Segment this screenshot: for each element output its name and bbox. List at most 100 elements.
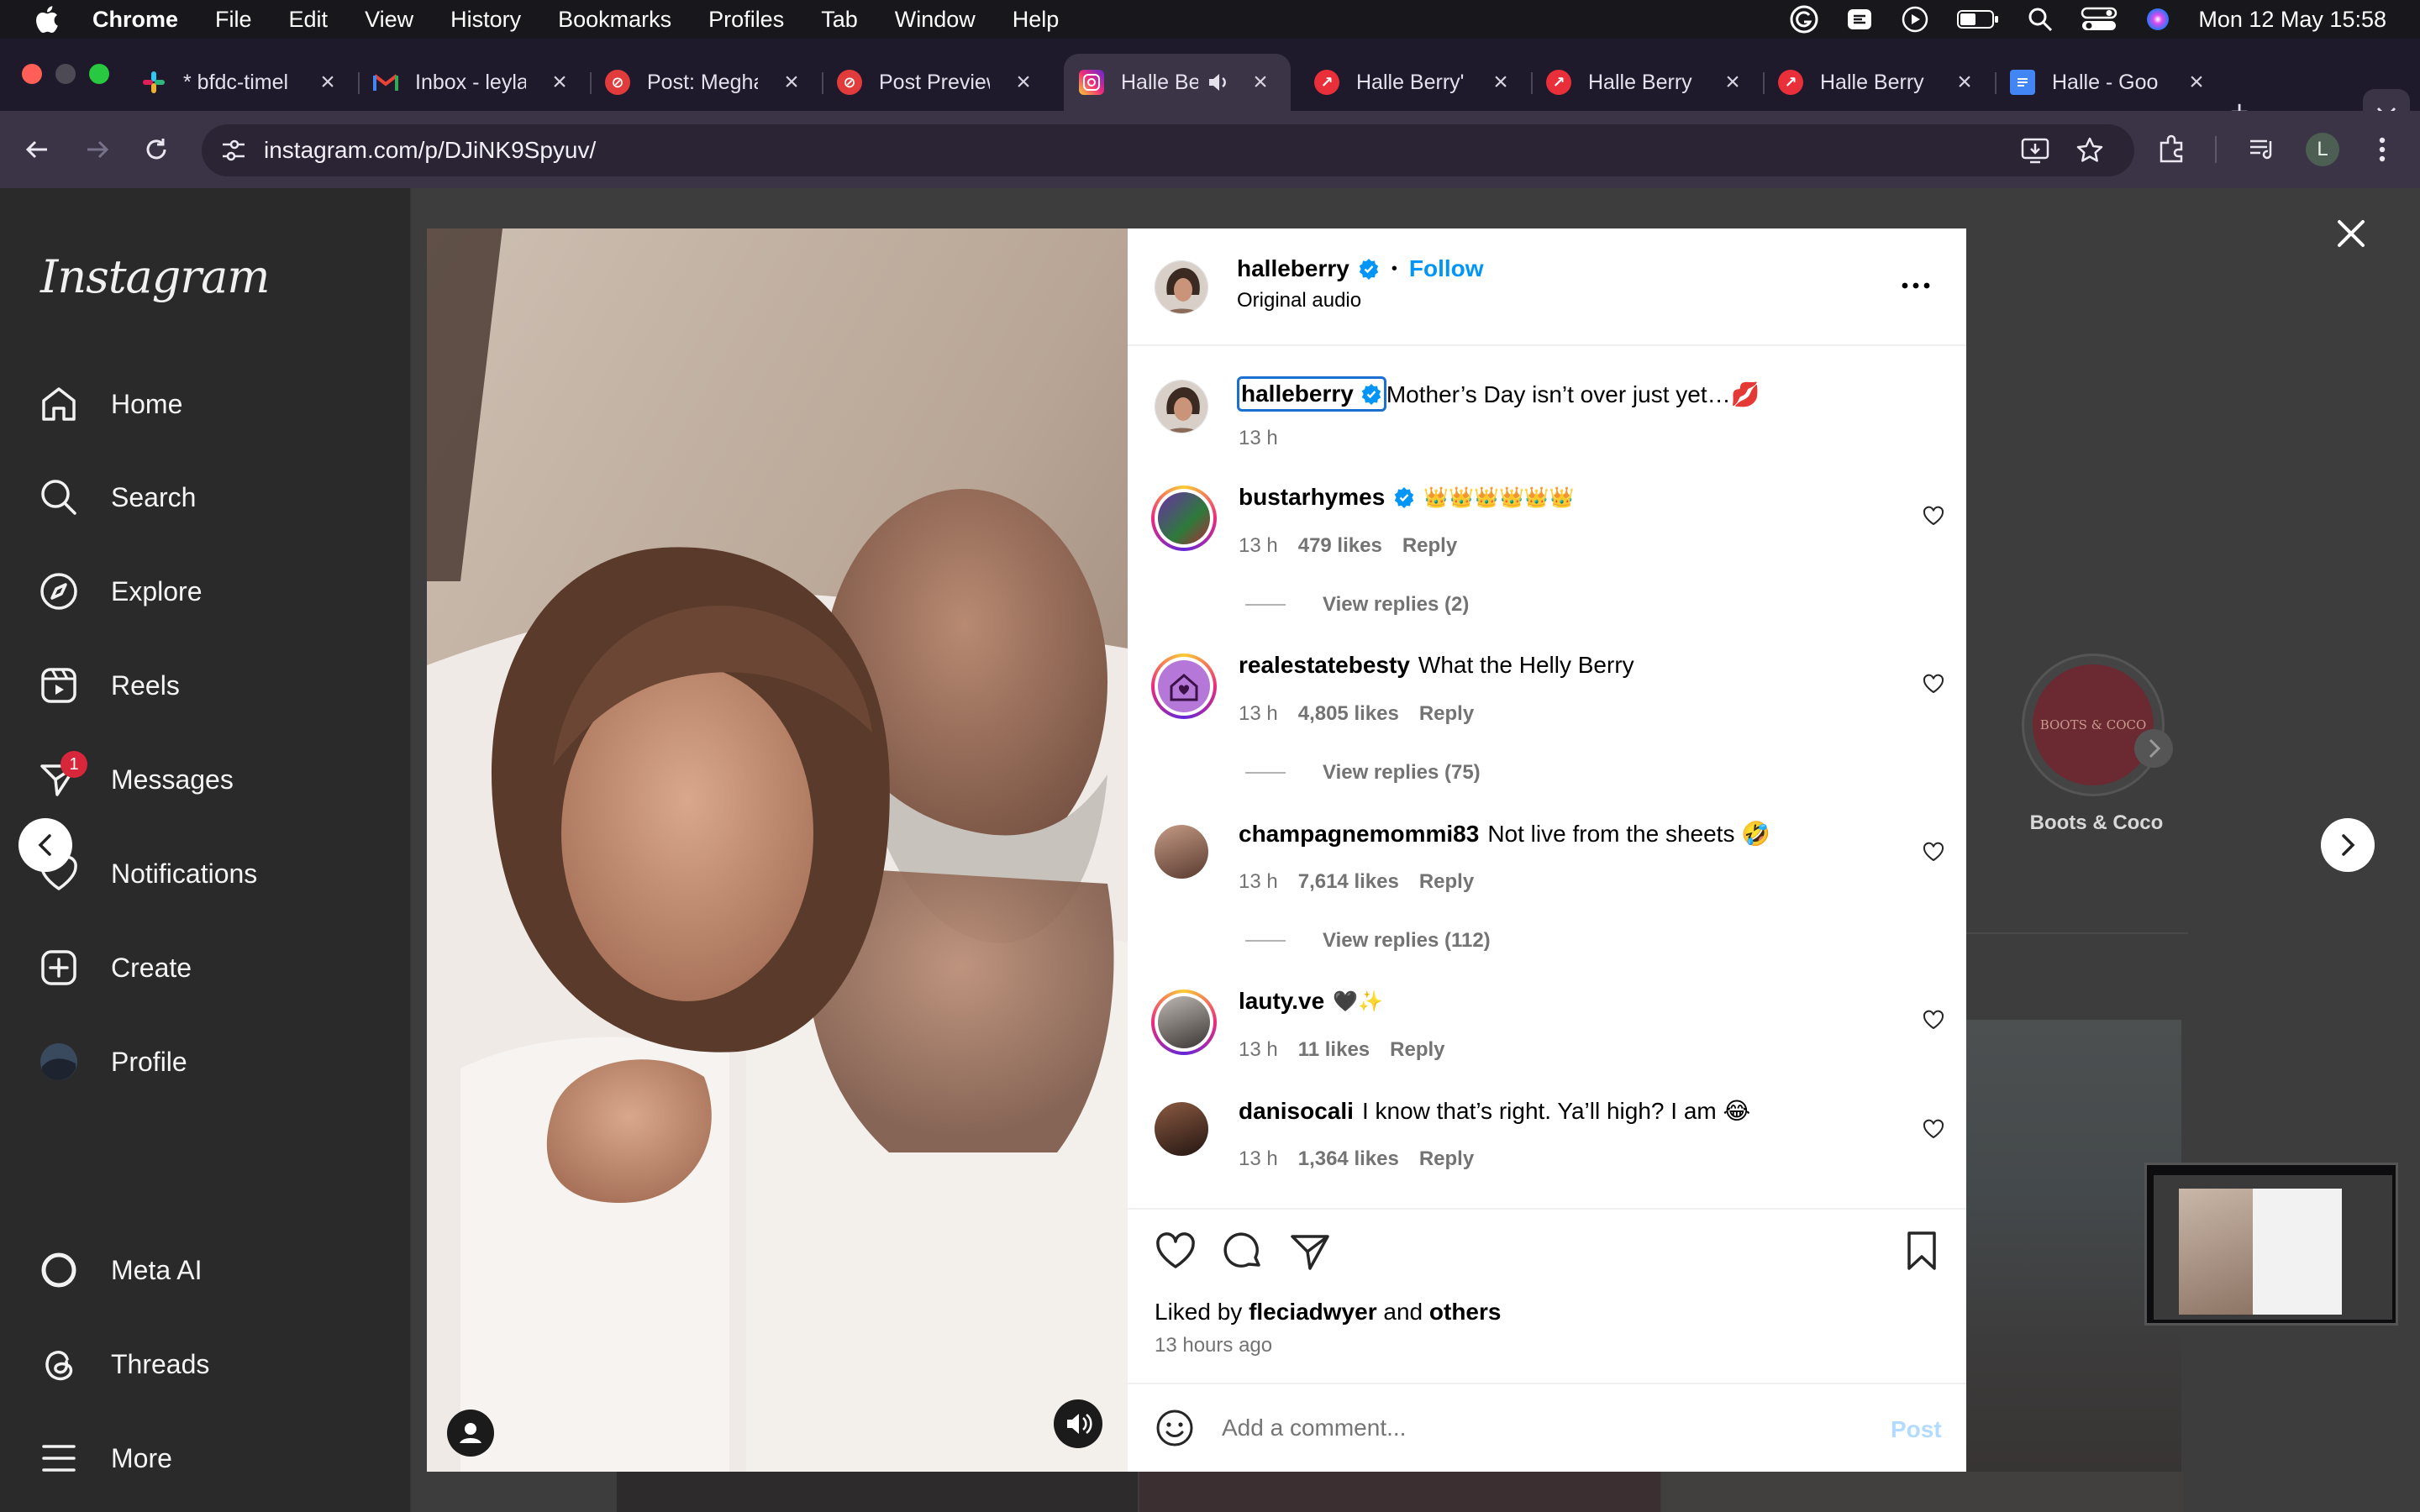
sidebar-item-search[interactable]: Search	[37, 470, 196, 524]
window-zoom-button[interactable]	[89, 64, 109, 84]
kebab-menu-icon[interactable]	[2370, 134, 2395, 165]
view-replies-button[interactable]: View replies (75)	[1245, 761, 1481, 785]
more-options-icon[interactable]	[1901, 281, 1931, 291]
comment-time[interactable]: 13 h	[1239, 1038, 1278, 1062]
tab-close-icon[interactable]: ×	[1719, 69, 1746, 96]
tab-close-icon[interactable]: ×	[1487, 69, 1514, 96]
menu-history[interactable]: History	[450, 7, 521, 33]
apple-icon[interactable]	[34, 5, 59, 34]
comment-username[interactable]: danisocali	[1239, 1098, 1354, 1125]
tab-post-preview[interactable]: ⊘ Post Preview ×	[822, 54, 1054, 111]
sidebar-item-home[interactable]: Home	[37, 377, 182, 431]
background-next-arrow-icon[interactable]	[2133, 727, 2175, 769]
comment-username[interactable]: realestatebesty	[1239, 652, 1410, 679]
comment-likes[interactable]: 1,364 likes	[1298, 1147, 1399, 1171]
clock[interactable]: Mon 12 May 15:58	[2198, 7, 2386, 33]
reply-button[interactable]: Reply	[1390, 1038, 1444, 1062]
share-send-icon[interactable]	[1289, 1231, 1331, 1272]
play-icon[interactable]	[1901, 5, 1929, 34]
tagged-users-icon[interactable]	[447, 1410, 494, 1457]
background-feed-image[interactable]	[617, 1472, 1138, 1512]
sidebar-item-more[interactable]: More	[37, 1431, 172, 1485]
commenter-avatar[interactable]	[1155, 1102, 1208, 1156]
install-app-icon[interactable]	[2020, 136, 2050, 165]
comment-time[interactable]: 13 h	[1239, 870, 1278, 894]
like-comment-heart-icon[interactable]	[1923, 1010, 1944, 1030]
background-account-name[interactable]: Boots & Coco	[2025, 811, 2168, 835]
tab-close-icon[interactable]: ×	[1951, 69, 1978, 96]
sidebar-item-meta-ai[interactable]: Meta AI	[37, 1243, 203, 1297]
post-timestamp[interactable]: 13 hours ago	[1155, 1334, 1272, 1357]
tab-halle-3[interactable]: ↗ Halle Berry ×	[1763, 54, 1996, 111]
window-minimize-button[interactable]	[55, 64, 76, 84]
reply-button[interactable]: Reply	[1419, 1147, 1474, 1171]
back-arrow-icon[interactable]	[22, 134, 52, 165]
sidebar-item-messages[interactable]: 1 Messages	[37, 751, 234, 806]
chrome-profile-avatar[interactable]: L	[2306, 133, 2339, 166]
reload-icon[interactable]	[141, 134, 171, 165]
extensions-puzzle-icon[interactable]	[2156, 134, 2186, 165]
like-heart-icon[interactable]	[1155, 1231, 1197, 1270]
comment-username[interactable]: champagnemommi83	[1239, 821, 1479, 848]
background-feed-image[interactable]	[1139, 1472, 1660, 1512]
tab-halle-1[interactable]: ↗ Halle Berry' ×	[1299, 54, 1533, 111]
url-text[interactable]: instagram.com/p/DJiNK9Spyuv/	[264, 137, 596, 164]
comment-likes[interactable]: 7,614 likes	[1298, 870, 1399, 894]
liked-by-others[interactable]: others	[1429, 1299, 1502, 1325]
menu-help[interactable]: Help	[1013, 7, 1060, 33]
spotlight-search-icon[interactable]	[2027, 6, 2054, 33]
comment-time[interactable]: 13 h	[1239, 1147, 1278, 1171]
tab-close-icon[interactable]: ×	[2183, 69, 2210, 96]
background-feed-image[interactable]	[1662, 1472, 2183, 1512]
comment-avatar-story-ring[interactable]	[1151, 654, 1217, 719]
bookmark-star-icon[interactable]	[2075, 136, 2104, 165]
close-modal-icon[interactable]	[2333, 215, 2370, 252]
grammarly-icon[interactable]	[1790, 5, 1818, 34]
volume-icon[interactable]	[1054, 1399, 1102, 1448]
address-bar[interactable]: instagram.com/p/DJiNK9Spyuv/	[202, 124, 2134, 176]
caption-username-focused[interactable]: halleberry	[1237, 376, 1386, 412]
menu-tab[interactable]: Tab	[821, 7, 858, 33]
tab-close-icon[interactable]: ×	[314, 69, 341, 96]
site-info-icon[interactable]	[220, 138, 247, 163]
comment-input[interactable]	[1222, 1411, 1810, 1445]
view-replies-button[interactable]: View replies (2)	[1245, 593, 1469, 617]
control-center-icon[interactable]	[2081, 6, 2118, 33]
tab-post[interactable]: ⊘ Post: Megha ×	[590, 54, 823, 111]
tab-google-docs[interactable]: Halle - Goo ×	[1995, 54, 2227, 111]
caption-username[interactable]: halleberry	[1241, 381, 1354, 407]
tab-gmail[interactable]: Inbox - leyla ×	[358, 54, 592, 111]
previous-post-button[interactable]	[18, 818, 72, 872]
tab-close-icon[interactable]: ×	[546, 69, 573, 96]
commenter-avatar[interactable]	[1155, 825, 1208, 879]
sidebar-item-threads[interactable]: Threads	[37, 1337, 209, 1391]
sidebar-item-explore[interactable]: Explore	[37, 564, 203, 618]
menu-window[interactable]: Window	[895, 7, 976, 33]
like-comment-heart-icon[interactable]	[1923, 842, 1944, 862]
comment-username[interactable]: bustarhymes	[1239, 484, 1385, 511]
comment-likes[interactable]: 479 likes	[1298, 534, 1382, 558]
comment-time[interactable]: 13 h	[1239, 534, 1278, 558]
sidebar-item-create[interactable]: Create	[37, 941, 192, 995]
save-bookmark-icon[interactable]	[1904, 1230, 1939, 1272]
tab-audio-icon[interactable]	[1207, 71, 1230, 93]
screen-share-thumbnail[interactable]	[2144, 1163, 2398, 1326]
reply-button[interactable]: Reply	[1419, 870, 1474, 894]
siri-icon[interactable]	[2144, 6, 2171, 33]
comment-avatar-story-ring[interactable]	[1151, 990, 1217, 1055]
menu-view[interactable]: View	[365, 7, 413, 33]
like-comment-heart-icon[interactable]	[1923, 1119, 1944, 1139]
menu-app-name[interactable]: Chrome	[92, 7, 178, 33]
author-username[interactable]: halleberry	[1237, 255, 1349, 282]
liked-by-user[interactable]: fleciadwyer	[1249, 1299, 1377, 1325]
comment-likes[interactable]: 11 likes	[1298, 1038, 1370, 1062]
post-comment-button[interactable]: Post	[1891, 1416, 1942, 1443]
tab-halle-2[interactable]: ↗ Halle Berry ×	[1531, 54, 1765, 111]
like-comment-heart-icon[interactable]	[1923, 506, 1944, 526]
drive-sync-icon[interactable]	[1845, 5, 1874, 34]
next-post-button[interactable]	[2321, 818, 2375, 872]
menu-bookmarks[interactable]: Bookmarks	[558, 7, 671, 33]
post-media-video[interactable]	[427, 228, 1128, 1472]
follow-button[interactable]: Follow	[1409, 255, 1484, 282]
menu-file[interactable]: File	[215, 7, 252, 33]
